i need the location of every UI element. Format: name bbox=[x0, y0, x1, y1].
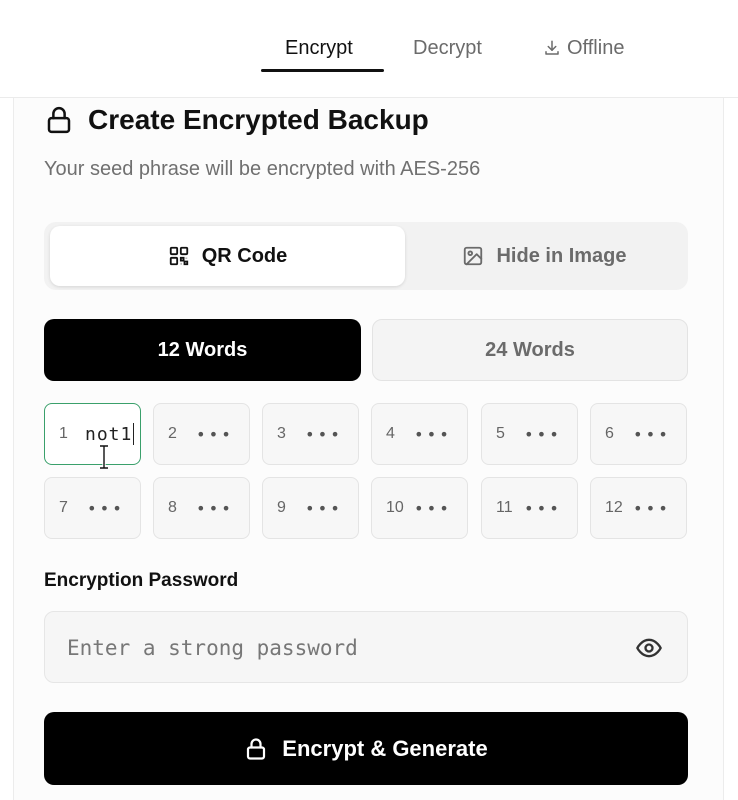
encrypt-generate-button[interactable]: Encrypt & Generate bbox=[44, 712, 688, 785]
seed-word-field[interactable]: 6 ••• bbox=[590, 403, 687, 465]
word-number: 10 bbox=[386, 499, 404, 516]
seed-word-field[interactable]: 5 ••• bbox=[481, 403, 578, 465]
word-number: 8 bbox=[168, 499, 177, 516]
qr-code-option[interactable]: QR Code bbox=[50, 226, 405, 286]
word-value: ••• bbox=[305, 424, 343, 444]
seed-word-field[interactable]: 2 ••• bbox=[153, 403, 250, 465]
top-nav: Encrypt Decrypt Offline bbox=[0, 0, 738, 98]
card-subtitle: Your seed phrase will be encrypted with … bbox=[44, 158, 481, 180]
active-tab-indicator bbox=[261, 69, 384, 72]
hide-in-image-option[interactable]: Hide in Image bbox=[407, 226, 682, 286]
lock-icon bbox=[244, 737, 268, 761]
seed-word-field[interactable]: 12 ••• bbox=[590, 477, 687, 539]
word-number: 3 bbox=[277, 425, 286, 442]
word-number: 7 bbox=[59, 499, 68, 516]
word-value: ••• bbox=[87, 498, 125, 518]
password-field bbox=[44, 611, 688, 684]
word-value: ••• bbox=[633, 424, 671, 444]
tab-offline-label: Offline bbox=[567, 36, 625, 59]
card-title: Create Encrypted Backup bbox=[88, 104, 429, 135]
text-caret bbox=[133, 423, 135, 445]
tab-decrypt[interactable]: Decrypt bbox=[413, 30, 482, 66]
download-icon bbox=[543, 39, 561, 57]
text-cursor-icon bbox=[100, 445, 108, 469]
word-value: ••• bbox=[196, 424, 234, 444]
qr-code-label: QR Code bbox=[201, 244, 288, 267]
word-value: ••• bbox=[633, 498, 671, 518]
seed-word-field[interactable]: 4 ••• bbox=[371, 403, 468, 465]
word-number: 9 bbox=[277, 499, 286, 516]
word-value: ••• bbox=[414, 498, 452, 518]
word-value: not1 bbox=[85, 423, 133, 445]
seed-word-field[interactable]: 8 ••• bbox=[153, 477, 250, 539]
seed-word-field[interactable]: 7 ••• bbox=[44, 477, 141, 539]
seed-word-field[interactable]: 9 ••• bbox=[262, 477, 359, 539]
word-number: 12 bbox=[605, 499, 623, 516]
password-label: Encryption Password bbox=[44, 570, 239, 591]
encrypt-generate-label: Encrypt & Generate bbox=[282, 735, 488, 761]
word-number: 1 bbox=[59, 425, 68, 442]
password-input[interactable] bbox=[67, 612, 627, 684]
tab-decrypt-label: Decrypt bbox=[413, 36, 482, 59]
word-number: 6 bbox=[605, 425, 614, 442]
word-value: ••• bbox=[196, 498, 234, 518]
word-number: 2 bbox=[168, 425, 177, 442]
word-value: ••• bbox=[414, 424, 452, 444]
word-number: 5 bbox=[496, 425, 505, 442]
eye-icon[interactable] bbox=[635, 634, 663, 662]
word-value: ••• bbox=[305, 498, 343, 518]
seed-word-field[interactable]: 11 ••• bbox=[481, 477, 578, 539]
qr-code-icon bbox=[168, 245, 190, 267]
tab-encrypt[interactable]: Encrypt bbox=[285, 30, 353, 66]
seed-word-field[interactable]: 3 ••• bbox=[262, 403, 359, 465]
word-number: 11 bbox=[496, 499, 513, 516]
word-number: 4 bbox=[386, 425, 395, 442]
word-value: ••• bbox=[524, 498, 562, 518]
lock-icon bbox=[44, 105, 74, 135]
seed-word-field[interactable]: 1 not1 bbox=[44, 403, 141, 465]
twenty-four-words-label: 24 Words bbox=[485, 338, 575, 361]
card-header: Create Encrypted Backup bbox=[44, 100, 429, 140]
twelve-words-label: 12 Words bbox=[157, 338, 248, 361]
word-value: ••• bbox=[524, 424, 562, 444]
tab-offline[interactable]: Offline bbox=[543, 30, 624, 66]
twenty-four-words-button[interactable]: 24 Words bbox=[372, 319, 688, 381]
seed-word-field[interactable]: 10 ••• bbox=[371, 477, 468, 539]
tab-encrypt-label: Encrypt bbox=[285, 36, 353, 59]
image-icon bbox=[462, 245, 484, 267]
output-mode-selector: QR Code Hide in Image bbox=[44, 222, 688, 290]
twelve-words-button[interactable]: 12 Words bbox=[44, 319, 361, 381]
hide-in-image-label: Hide in Image bbox=[496, 244, 627, 267]
